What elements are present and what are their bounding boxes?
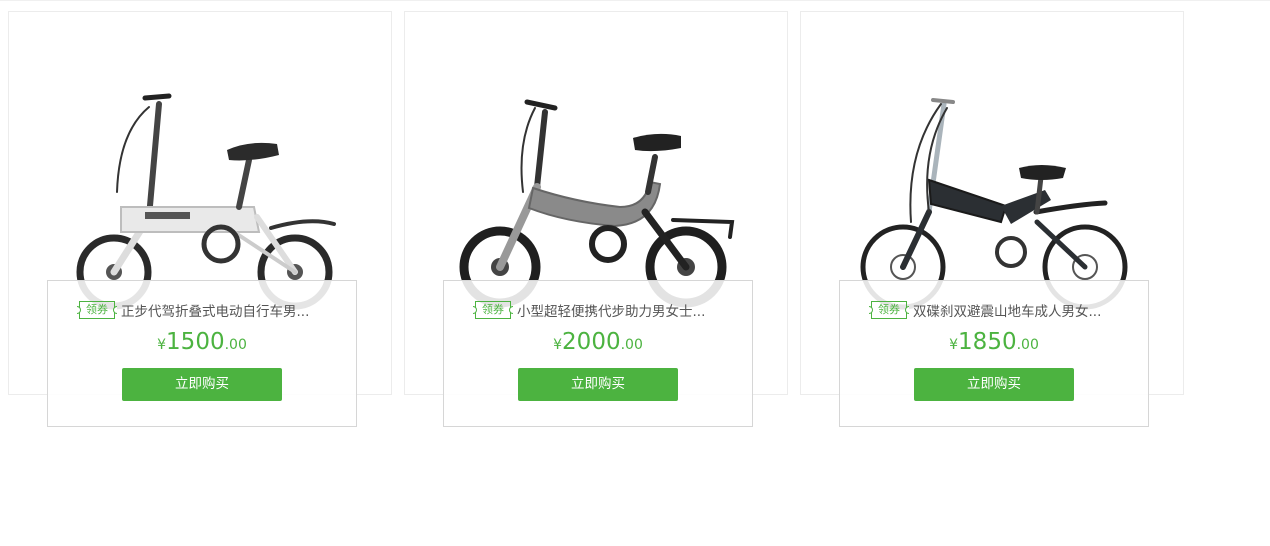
product-card[interactable]: 领券 小型超轻便携代步助力男女士... ¥2000.00 立即购买 [404,11,789,427]
price-decimal: .00 [224,337,247,353]
black-folding-mountain-bike-image[interactable] [801,12,1185,312]
product-info-panel: 领券 小型超轻便携代步助力男女士... ¥2000.00 立即购买 [443,280,753,427]
product-price: ¥1850.00 [840,329,1148,355]
product-info-panel: 领券 正步代驾折叠式电动自行车男... ¥1500.00 立即购买 [47,280,357,427]
coupon-badge[interactable]: 领券 [77,301,117,319]
price-integer: 2000 [562,329,621,355]
white-folding-e-bike-image[interactable] [9,12,393,312]
product-title[interactable]: 小型超轻便携代步助力男女士... [517,300,705,320]
price-integer: 1850 [958,329,1017,355]
currency-symbol: ¥ [157,337,167,353]
product-card[interactable]: 领券 双碟刹双避震山地车成人男女... ¥1850.00 立即购买 [800,11,1185,427]
price-integer: 1500 [166,329,225,355]
top-divider [0,0,1270,1]
price-decimal: .00 [1016,337,1039,353]
currency-symbol: ¥ [553,337,563,353]
product-card[interactable]: 领券 正步代驾折叠式电动自行车男... ¥1500.00 立即购买 [8,11,393,427]
currency-symbol: ¥ [949,337,959,353]
price-decimal: .00 [620,337,643,353]
product-title[interactable]: 正步代驾折叠式电动自行车男... [121,300,309,320]
buy-now-button[interactable]: 立即购买 [518,368,678,401]
product-info-panel: 领券 双碟刹双避震山地车成人男女... ¥1850.00 立即购买 [839,280,1149,427]
buy-now-button[interactable]: 立即购买 [914,368,1074,401]
product-price: ¥2000.00 [444,329,752,355]
coupon-badge[interactable]: 领券 [869,301,909,319]
buy-now-button[interactable]: 立即购买 [122,368,282,401]
product-title[interactable]: 双碟刹双避震山地车成人男女... [913,300,1101,320]
coupon-badge[interactable]: 领券 [473,301,513,319]
gray-folding-e-bike-image[interactable] [405,12,789,312]
product-price: ¥1500.00 [48,329,356,355]
